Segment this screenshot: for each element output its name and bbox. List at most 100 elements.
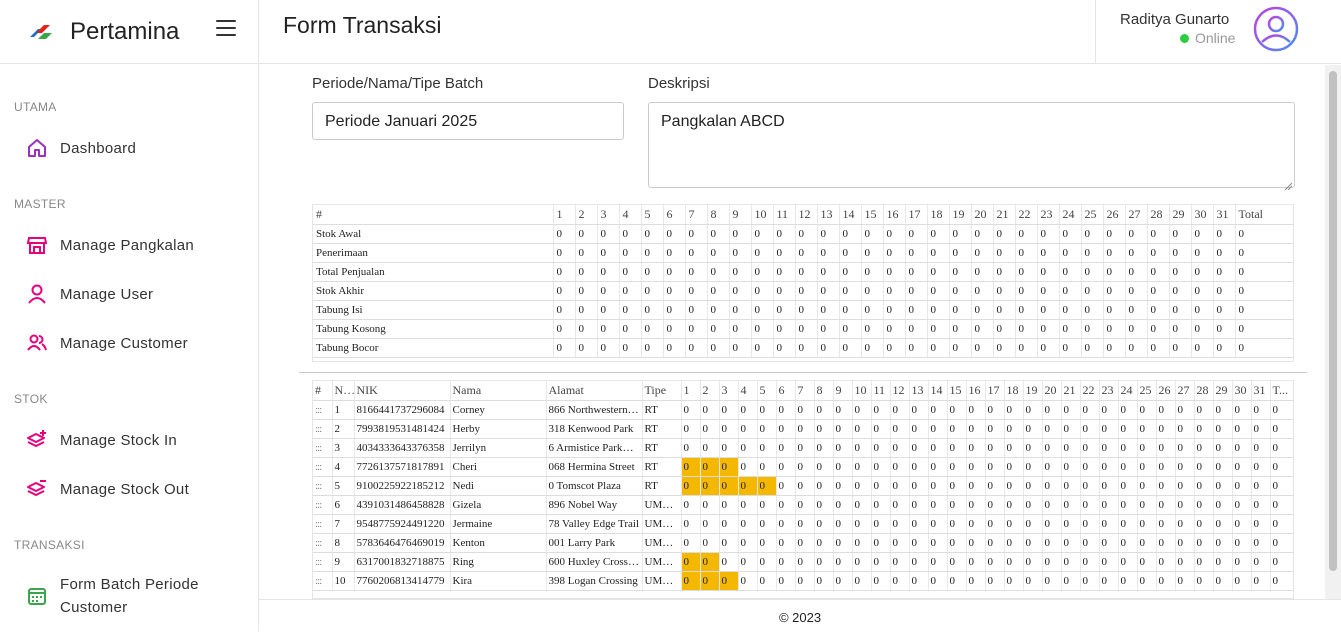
customer-day-cell[interactable]: 0 [1174,438,1194,458]
summary-cell[interactable]: 0 [772,224,795,244]
summary-cell[interactable]: 0 [1080,243,1103,263]
summary-cell[interactable]: 0 [1124,224,1147,244]
summary-cell[interactable]: 0 [882,262,905,282]
customer-day-cell[interactable]: 0 [1212,495,1232,515]
customer-day-cell[interactable]: 0 [718,514,738,534]
summary-cell[interactable]: 0 [1036,300,1059,320]
summary-cell[interactable]: 0 [1190,262,1213,282]
customer-day-cell[interactable]: 0 [1212,533,1232,553]
summary-cell[interactable]: 0 [816,262,839,282]
summary-cell[interactable]: 0 [552,224,575,244]
customer-day-cell[interactable]: 0 [1060,438,1080,458]
customer-day-cell[interactable]: 0 [775,419,795,439]
customer-day-cell[interactable]: 0 [1136,438,1156,458]
customer-day-cell[interactable]: 0 [889,514,909,534]
customer-day-cell[interactable]: 0 [965,438,985,458]
customer-day-cell[interactable]: 0 [1098,419,1118,439]
summary-cell[interactable]: 0 [1014,319,1037,339]
customer-day-cell[interactable]: 0 [737,476,757,496]
customer-day-cell[interactable]: 0 [851,495,871,515]
summary-cell[interactable]: 0 [992,243,1015,263]
sidebar-item-manage-stock-out[interactable]: Manage Stock Out [0,478,240,500]
customer-day-cell[interactable]: 0 [1060,457,1080,477]
customer-day-cell[interactable]: 0 [680,571,700,591]
summary-cell[interactable]: 0 [1168,300,1191,320]
customer-day-cell[interactable]: 0 [1269,438,1293,458]
summary-cell[interactable]: 0 [662,243,685,263]
customer-day-cell[interactable]: 0 [1022,533,1042,553]
customer-day-cell[interactable]: 0 [1079,400,1099,420]
customer-day-cell[interactable]: 0 [1079,533,1099,553]
customer-header-day[interactable]: 9 [832,381,852,401]
customer-day-cell[interactable]: 0 [908,457,928,477]
summary-cell[interactable]: 0 [970,262,993,282]
customer-header-day[interactable]: 27 [1174,381,1194,401]
summary-cell[interactable]: 0 [992,319,1015,339]
summary-cell[interactable]: 0 [596,281,619,301]
summary-cell[interactable]: 0 [750,338,773,358]
table-row[interactable]: ::: 10 7760206813414779 Kira 398 Logan Cross… [313,571,1293,591]
customer-day-cell[interactable]: 0 [851,514,871,534]
customer-day-cell[interactable]: 0 [965,552,985,572]
summary-cell[interactable]: 0 [1168,338,1191,358]
customer-day-cell[interactable]: 0 [946,419,966,439]
customer-day-cell[interactable]: 0 [870,438,890,458]
customer-day-cell[interactable]: 0 [1155,457,1175,477]
summary-cell[interactable]: 0 [706,300,729,320]
customer-day-cell[interactable]: 0 [756,552,776,572]
summary-cell[interactable]: 0 [794,281,817,301]
customer-day-cell[interactable]: 0 [1212,438,1232,458]
summary-cell[interactable]: 0 [1146,262,1169,282]
customer-day-cell[interactable]: 0 [775,476,795,496]
customer-day-cell[interactable]: 0 [775,495,795,515]
customer-day-cell[interactable]: 0 [775,438,795,458]
customer-day-cell[interactable]: 0 [1136,457,1156,477]
customer-day-cell[interactable]: 0 [927,419,947,439]
summary-cell[interactable]: 0 [860,243,883,263]
summary-cell[interactable]: 0 [728,243,751,263]
content-scrollbar[interactable] [1325,65,1341,599]
customer-day-cell[interactable]: 0 [1250,495,1270,515]
summary-cell[interactable]: 0 [662,300,685,320]
menu-toggle-icon[interactable] [216,20,236,36]
customer-day-cell[interactable]: 0 [1136,400,1156,420]
customer-day-cell[interactable]: 0 [1003,419,1023,439]
customer-day-cell[interactable]: 0 [1079,457,1099,477]
summary-cell[interactable]: 0 [1212,319,1235,339]
summary-cell[interactable]: 0 [706,338,729,358]
summary-cell[interactable]: 0 [1058,319,1081,339]
customer-header-day[interactable]: 2 [699,381,719,401]
summary-cell[interactable]: 0 [596,262,619,282]
summary-cell[interactable]: 0 [882,281,905,301]
summary-cell[interactable]: 0 [838,243,861,263]
summary-cell[interactable]: 0 [662,338,685,358]
summary-cell[interactable]: 0 [1102,319,1125,339]
summary-cell[interactable]: 0 [750,243,773,263]
summary-cell[interactable]: 0 [904,300,927,320]
customer-day-cell[interactable]: 0 [1250,533,1270,553]
customer-day-cell[interactable]: 0 [1136,495,1156,515]
summary-cell[interactable]: 0 [706,224,729,244]
customer-day-cell[interactable]: 0 [1250,457,1270,477]
customer-header-day[interactable]: 5 [756,381,776,401]
summary-cell[interactable]: 0 [882,319,905,339]
customer-day-cell[interactable]: 0 [718,438,738,458]
customer-day-cell[interactable]: 0 [699,438,719,458]
customer-day-cell[interactable]: 0 [1022,571,1042,591]
summary-cell[interactable]: 0 [618,262,641,282]
customer-header-day[interactable]: 11 [870,381,890,401]
customer-header-day[interactable]: 8 [813,381,833,401]
summary-cell[interactable]: 0 [1102,338,1125,358]
customer-day-cell[interactable]: 0 [908,419,928,439]
summary-cell[interactable]: 0 [1080,224,1103,244]
summary-cell[interactable]: 0 [1014,281,1037,301]
summary-cell[interactable]: 0 [838,281,861,301]
customer-header-day[interactable]: 23 [1098,381,1118,401]
summary-cell[interactable]: 0 [1190,224,1213,244]
summary-cell[interactable]: 0 [1014,300,1037,320]
customer-day-cell[interactable]: 0 [927,514,947,534]
customer-day-cell[interactable]: 0 [680,438,700,458]
customer-day-cell[interactable]: 0 [1231,533,1251,553]
customer-day-cell[interactable]: 0 [889,495,909,515]
summary-cell[interactable]: 0 [1168,262,1191,282]
